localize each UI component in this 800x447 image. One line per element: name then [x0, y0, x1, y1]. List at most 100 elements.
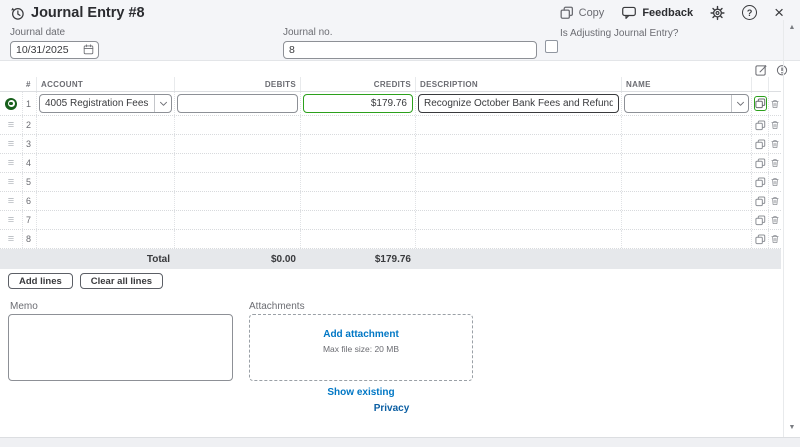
credits-cell[interactable]: [300, 173, 415, 191]
credits-cell[interactable]: [300, 230, 415, 248]
delete-row-icon[interactable]: [771, 98, 779, 110]
gear-icon[interactable]: [710, 5, 725, 20]
col-name: NAME: [621, 77, 751, 91]
description-input[interactable]: [418, 94, 619, 113]
description-cell[interactable]: [415, 173, 621, 191]
name-select[interactable]: [624, 94, 749, 113]
credits-input[interactable]: [303, 94, 413, 113]
delete-row-icon[interactable]: [771, 119, 779, 131]
name-cell[interactable]: [621, 154, 751, 172]
delete-row-icon[interactable]: [771, 214, 779, 226]
account-cell[interactable]: [36, 230, 174, 248]
account-cell[interactable]: [36, 211, 174, 229]
col-description: DESCRIPTION: [415, 77, 621, 91]
name-cell[interactable]: [621, 173, 751, 191]
credits-cell[interactable]: [300, 192, 415, 210]
copy-button[interactable]: Copy: [560, 6, 605, 20]
chevron-down-icon[interactable]: [154, 95, 171, 112]
delete-row-icon[interactable]: [771, 138, 779, 150]
journal-date-label: Journal date: [10, 27, 99, 38]
drag-handle-icon[interactable]: ≡: [8, 158, 14, 168]
duplicate-row-icon[interactable]: [755, 158, 766, 169]
drag-handle-icon[interactable]: ≡: [8, 177, 14, 187]
description-cell[interactable]: [415, 192, 621, 210]
title-row: Journal Entry #8: [10, 5, 145, 21]
drag-handle-icon[interactable]: ≡: [8, 120, 14, 130]
table-row-1: 1 4005 Registration Fees: [0, 92, 781, 116]
edit-columns-icon[interactable]: [753, 62, 768, 77]
delete-row-icon[interactable]: [771, 157, 779, 169]
drag-handle-icon[interactable]: ≡: [8, 215, 14, 225]
row-number: 3: [22, 135, 36, 153]
name-cell[interactable]: [621, 116, 751, 134]
duplicate-row-icon[interactable]: [755, 234, 766, 245]
credits-cell[interactable]: [300, 135, 415, 153]
duplicate-row-icon[interactable]: [755, 215, 766, 226]
drag-handle-icon[interactable]: ≡: [8, 234, 14, 244]
feedback-button[interactable]: Feedback: [621, 5, 693, 20]
row-status-indicator: [0, 92, 22, 115]
scroll-down-icon[interactable]: ▼: [784, 424, 800, 431]
account-cell[interactable]: [36, 135, 174, 153]
journal-lines-table: # ACCOUNT DEBITS CREDITS DESCRIPTION NAM…: [0, 77, 781, 269]
name-cell[interactable]: [621, 211, 751, 229]
description-cell[interactable]: [415, 135, 621, 153]
drag-handle-icon[interactable]: ≡: [8, 196, 14, 206]
duplicate-row-icon[interactable]: [755, 196, 766, 207]
description-cell[interactable]: [415, 116, 621, 134]
debits-cell[interactable]: [174, 192, 300, 210]
debits-cell[interactable]: [174, 211, 300, 229]
account-cell[interactable]: [36, 154, 174, 172]
chevron-down-icon[interactable]: [731, 95, 748, 112]
debits-input[interactable]: [177, 94, 298, 113]
duplicate-row-icon[interactable]: [755, 139, 766, 150]
debits-cell[interactable]: [174, 116, 300, 134]
name-cell[interactable]: [621, 192, 751, 210]
table-header-row: # ACCOUNT DEBITS CREDITS DESCRIPTION NAM…: [0, 77, 781, 92]
description-cell[interactable]: [415, 154, 621, 172]
credits-cell: [300, 92, 415, 115]
help-icon[interactable]: ?: [742, 5, 757, 20]
delete-row-icon[interactable]: [771, 195, 779, 207]
drag-handle-icon[interactable]: ≡: [8, 139, 14, 149]
description-cell[interactable]: [415, 211, 621, 229]
vertical-scrollbar[interactable]: ▲ ▼: [783, 20, 800, 437]
calendar-icon[interactable]: [83, 44, 94, 55]
journal-no-input[interactable]: [283, 41, 537, 59]
add-attachment-link[interactable]: Add attachment: [250, 329, 472, 340]
attachment-dropzone[interactable]: Add attachment Max file size: 20 MB: [249, 314, 473, 381]
clear-all-lines-button[interactable]: Clear all lines: [80, 273, 163, 289]
duplicate-row-icon[interactable]: [755, 177, 766, 188]
account-cell[interactable]: [36, 192, 174, 210]
account-cell[interactable]: [36, 116, 174, 134]
debits-cell[interactable]: [174, 173, 300, 191]
privacy-link[interactable]: Privacy: [0, 403, 783, 414]
row-number: 8: [22, 230, 36, 248]
row-number: 6: [22, 192, 36, 210]
adjusting-label: Is Adjusting Journal Entry?: [560, 28, 678, 39]
duplicate-row-icon[interactable]: [754, 96, 767, 111]
scroll-up-icon[interactable]: ▲: [784, 24, 800, 31]
account-select[interactable]: 4005 Registration Fees: [39, 94, 172, 113]
add-lines-button[interactable]: Add lines: [8, 273, 73, 289]
memo-textarea[interactable]: [8, 314, 233, 381]
delete-row-icon[interactable]: [771, 176, 779, 188]
name-cell: [621, 92, 751, 115]
credits-cell[interactable]: [300, 116, 415, 134]
adjusting-checkbox[interactable]: [545, 40, 558, 53]
debits-cell[interactable]: [174, 154, 300, 172]
account-cell[interactable]: [36, 173, 174, 191]
description-cell[interactable]: [415, 230, 621, 248]
name-cell[interactable]: [621, 230, 751, 248]
credits-cell[interactable]: [300, 211, 415, 229]
debits-cell[interactable]: [174, 135, 300, 153]
name-cell[interactable]: [621, 135, 751, 153]
credits-cell[interactable]: [300, 154, 415, 172]
delete-row-icon[interactable]: [771, 233, 779, 245]
duplicate-row-icon[interactable]: [755, 120, 766, 131]
debits-cell[interactable]: [174, 230, 300, 248]
show-existing-link[interactable]: Show existing: [249, 387, 473, 398]
history-icon[interactable]: [10, 6, 25, 21]
close-icon[interactable]: ×: [774, 5, 784, 20]
journal-entry-page: Journal Entry #8 Copy Feedback: [0, 0, 800, 447]
